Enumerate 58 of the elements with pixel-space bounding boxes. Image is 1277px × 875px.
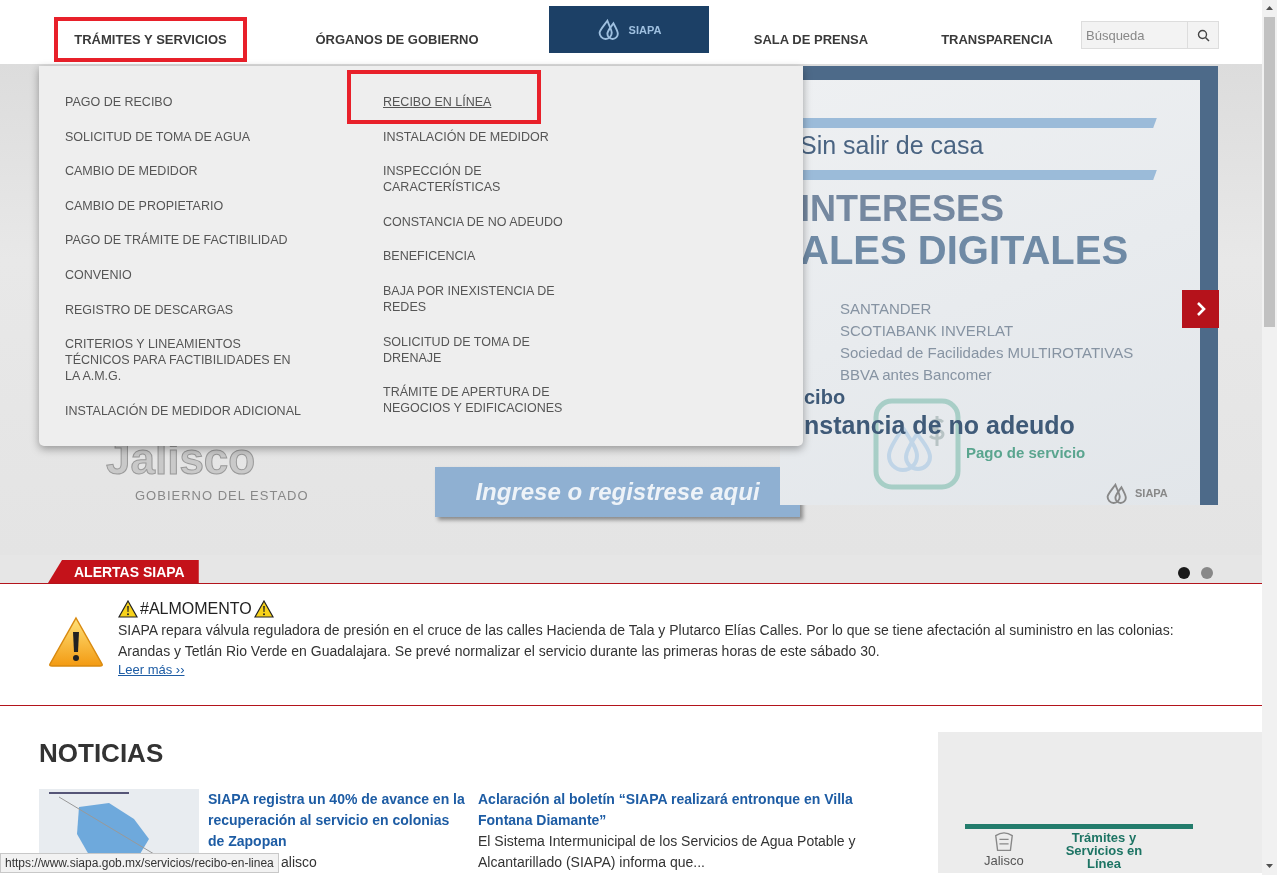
- next-button[interactable]: [1182, 290, 1219, 328]
- read-more-link[interactable]: Leer más ››: [118, 662, 185, 677]
- article-title[interactable]: SIAPA registra un 40% de avance en la recuperación al servicio en colonias de Zapopan: [208, 789, 466, 852]
- warning-icon: [253, 600, 274, 618]
- news-heading: NOTICIAS: [39, 739, 165, 767]
- carousel-dot[interactable]: [1178, 567, 1190, 579]
- article-excerpt: El Sistema Intermunicipal de los Servicios de Agua Potable y Alcantarillado (SIAPA) informa que...: [478, 832, 857, 872]
- nav-link[interactable]: TRÁMITES Y SERVICIOS: [54, 16, 247, 62]
- nav-link[interactable]: TRANSPARENCIA: [933, 21, 1061, 57]
- menu-link[interactable]: PAGO DE TRÁMITE DE FACTIBILIDAD: [65, 232, 288, 249]
- menu-link[interactable]: SOLICITUD DE TOMA DE DRENAJE: [383, 333, 583, 366]
- menu-link[interactable]: REGISTRO DE DESCARGAS: [65, 301, 234, 318]
- article-title[interactable]: Aclaración al boletín “SIAPA realizará entronque en Villa Fontana Diamante”: [478, 789, 873, 831]
- banner-heading: Sin salir de casa: [800, 131, 984, 160]
- menu-link[interactable]: PAGO DE RECIBO: [65, 94, 173, 110]
- banner-caption: nstancia de no adeudo: [804, 411, 1075, 440]
- nav-link[interactable]: ÓRGANOS DE GOBIERNO: [307, 21, 487, 57]
- logo-text: SIAPA: [1135, 487, 1168, 500]
- menu-link[interactable]: CONSTANCIA DE NO ADEUDO: [383, 213, 563, 230]
- alert-text: SIAPA repara válvula reguladora de presión en el cruce de las calles Hacienda de Tala y Plutarco Elías Calles. Por lo que se tiene afectación al suministro en las colonias: Arandas y Tetlán Rio Verde en Guadalajara. Se prevé normalizar el servicio durante las primeras horas de este sábado 30.: [118, 621, 1175, 661]
- warning-icon: [48, 616, 104, 668]
- menu-link[interactable]: SOLICITUD DE TOMA DE AGUA: [65, 128, 250, 145]
- carousel-dot[interactable]: [1201, 567, 1213, 579]
- search-button[interactable]: [1187, 21, 1219, 49]
- menu-link[interactable]: TRÁMITE DE APERTURA DE NEGOCIOS Y EDIFICACIONES: [383, 384, 583, 417]
- menu-link[interactable]: BAJA POR INEXISTENCIA DE REDES: [383, 282, 583, 315]
- logo-banner[interactable]: SIAPA: [549, 6, 709, 53]
- service-label: Pago de servicio: [966, 444, 1086, 461]
- article-excerpt: alisco: [281, 853, 317, 872]
- bank-name: SCOTIABANK INVERLAT: [840, 321, 1015, 341]
- search-icon: [1196, 28, 1210, 42]
- menu-link[interactable]: INSTALACIÓN DE MEDIDOR ADICIONAL: [65, 402, 301, 419]
- menu-link[interactable]: INSTALACIÓN DE MEDIDOR: [383, 128, 549, 145]
- menu-link[interactable]: CONVENIO: [65, 266, 132, 283]
- menu-link[interactable]: CAMBIO DE PROPIETARIO: [65, 197, 224, 214]
- bank-name: SANTANDER: [840, 299, 933, 319]
- nav-link[interactable]: SALA DE PRENSA: [745, 21, 877, 57]
- menu-link[interactable]: BENEFICENCIA: [383, 248, 476, 265]
- menu-link[interactable]: INSPECCIÓN DE CARACTERÍSTICAS: [383, 163, 583, 196]
- scrollbar-drawing[interactable]: [1262, 0, 1277, 875]
- warning-icon: [118, 600, 138, 618]
- menu-link[interactable]: CAMBIO DE MEDIDOR: [65, 163, 198, 180]
- banner-caption: cibo: [804, 386, 846, 409]
- banner-title: INTERESES: [800, 188, 1005, 230]
- banner-title: ALES DIGITALES: [800, 228, 1129, 273]
- search-field[interactable]: Búsqueda: [1081, 21, 1187, 49]
- menu-link[interactable]: RECIBO EN LÍNEA: [347, 70, 542, 124]
- logo-text: SIAPA: [628, 23, 662, 36]
- bank-name: BBVA antes Bancomer: [840, 365, 993, 385]
- bank-name: Sociedad de Facilidades MULTIROTATIVAS: [840, 343, 1134, 363]
- jalisco-logo-text: Jalisco: [984, 854, 1024, 868]
- menu-link[interactable]: CRITERIOS Y LINEAMIENTOS TÉCNICOS PARA FACTIBILIDADES EN LA A.M.G.: [65, 336, 301, 385]
- partner-logo: Jalisco: [106, 434, 256, 484]
- alert-title: #ALMOMENTO: [140, 600, 252, 618]
- chevron-icon: [1195, 302, 1206, 316]
- status-url-tooltip: https://www.siapa.gob.mx/servicios/recibo-en-linea: [0, 853, 279, 873]
- services-card-title[interactable]: Trámites y Servicios en Línea: [1060, 831, 1148, 870]
- partner-caption: GOBIERNO DEL ESTADO: [135, 488, 309, 503]
